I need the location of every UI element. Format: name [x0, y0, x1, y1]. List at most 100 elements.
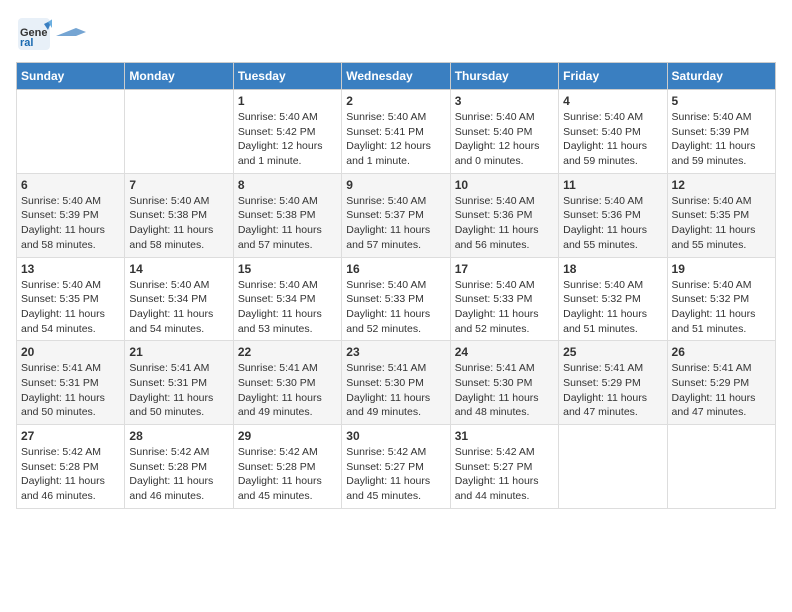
calendar-cell: 1 Sunrise: 5:40 AMSunset: 5:42 PMDaylight…	[233, 90, 341, 174]
calendar-cell: 13 Sunrise: 5:40 AMSunset: 5:35 PMDayligh…	[17, 257, 125, 341]
calendar-cell: 31 Sunrise: 5:42 AMSunset: 5:27 PMDayligh…	[450, 425, 558, 509]
calendar-cell	[17, 90, 125, 174]
day-detail: Sunrise: 5:42 AMSunset: 5:27 PMDaylight:…	[346, 445, 445, 504]
day-detail: Sunrise: 5:40 AMSunset: 5:35 PMDaylight:…	[21, 278, 120, 337]
calendar-cell: 27 Sunrise: 5:42 AMSunset: 5:28 PMDayligh…	[17, 425, 125, 509]
day-number: 12	[672, 178, 771, 192]
day-detail: Sunrise: 5:40 AMSunset: 5:35 PMDaylight:…	[672, 194, 771, 253]
day-detail: Sunrise: 5:40 AMSunset: 5:34 PMDaylight:…	[129, 278, 228, 337]
page-header: Gene ral	[16, 16, 776, 52]
col-header-sunday: Sunday	[17, 63, 125, 90]
day-number: 7	[129, 178, 228, 192]
day-number: 9	[346, 178, 445, 192]
col-header-wednesday: Wednesday	[342, 63, 450, 90]
day-detail: Sunrise: 5:40 AMSunset: 5:33 PMDaylight:…	[346, 278, 445, 337]
svg-text:ral: ral	[20, 37, 33, 49]
day-number: 5	[672, 94, 771, 108]
col-header-tuesday: Tuesday	[233, 63, 341, 90]
day-number: 27	[21, 429, 120, 443]
day-number: 28	[129, 429, 228, 443]
calendar-cell: 3Sunrise: 5:40 AMSunset: 5:40 PMDaylight…	[450, 90, 558, 174]
day-detail: Sunrise: 5:41 AMSunset: 5:30 PMDaylight:…	[455, 361, 554, 420]
calendar-cell: 30 Sunrise: 5:42 AMSunset: 5:27 PMDayligh…	[342, 425, 450, 509]
day-detail: Sunrise: 5:40 AMSunset: 5:32 PMDaylight:…	[672, 278, 771, 337]
day-detail: Sunrise: 5:42 AMSunset: 5:28 PMDaylight:…	[129, 445, 228, 504]
day-number: 10	[455, 178, 554, 192]
day-number: 22	[238, 345, 337, 359]
day-number: 19	[672, 262, 771, 276]
day-detail: Sunrise: 5:41 AMSunset: 5:29 PMDaylight:…	[563, 361, 662, 420]
day-number: 26	[672, 345, 771, 359]
calendar-week-row: 27 Sunrise: 5:42 AMSunset: 5:28 PMDayligh…	[17, 425, 776, 509]
logo-wing-icon	[56, 28, 86, 38]
day-detail: Sunrise: 5:41 AMSunset: 5:29 PMDaylight:…	[672, 361, 771, 420]
calendar-cell: 6Sunrise: 5:40 AMSunset: 5:39 PMDaylight…	[17, 173, 125, 257]
calendar-cell: 28 Sunrise: 5:42 AMSunset: 5:28 PMDayligh…	[125, 425, 233, 509]
calendar-cell: 12 Sunrise: 5:40 AMSunset: 5:35 PMDayligh…	[667, 173, 775, 257]
day-detail: Sunrise: 5:40 AMSunset: 5:34 PMDaylight:…	[238, 278, 337, 337]
day-number: 11	[563, 178, 662, 192]
calendar-cell: 26 Sunrise: 5:41 AMSunset: 5:29 PMDayligh…	[667, 341, 775, 425]
calendar-cell	[125, 90, 233, 174]
day-number: 14	[129, 262, 228, 276]
calendar-cell: 25Sunrise: 5:41 AMSunset: 5:29 PMDayligh…	[559, 341, 667, 425]
calendar-cell: 15 Sunrise: 5:40 AMSunset: 5:34 PMDayligh…	[233, 257, 341, 341]
day-number: 31	[455, 429, 554, 443]
calendar-cell: 17Sunrise: 5:40 AMSunset: 5:33 PMDayligh…	[450, 257, 558, 341]
calendar-week-row: 6Sunrise: 5:40 AMSunset: 5:39 PMDaylight…	[17, 173, 776, 257]
calendar-cell: 24 Sunrise: 5:41 AMSunset: 5:30 PMDayligh…	[450, 341, 558, 425]
calendar-cell: 8Sunrise: 5:40 AMSunset: 5:38 PMDaylight…	[233, 173, 341, 257]
day-number: 16	[346, 262, 445, 276]
calendar-cell: 19 Sunrise: 5:40 AMSunset: 5:32 PMDayligh…	[667, 257, 775, 341]
calendar-cell: 10 Sunrise: 5:40 AMSunset: 5:36 PMDayligh…	[450, 173, 558, 257]
day-number: 2	[346, 94, 445, 108]
calendar-cell: 23 Sunrise: 5:41 AMSunset: 5:30 PMDayligh…	[342, 341, 450, 425]
day-detail: Sunrise: 5:41 AMSunset: 5:31 PMDaylight:…	[129, 361, 228, 420]
calendar-cell: 4Sunrise: 5:40 AMSunset: 5:40 PMDaylight…	[559, 90, 667, 174]
logo-icon: Gene ral	[16, 16, 52, 52]
col-header-thursday: Thursday	[450, 63, 558, 90]
calendar-cell: 20Sunrise: 5:41 AMSunset: 5:31 PMDayligh…	[17, 341, 125, 425]
day-number: 29	[238, 429, 337, 443]
calendar-cell: 16 Sunrise: 5:40 AMSunset: 5:33 PMDayligh…	[342, 257, 450, 341]
day-detail: Sunrise: 5:41 AMSunset: 5:30 PMDaylight:…	[346, 361, 445, 420]
day-detail: Sunrise: 5:42 AMSunset: 5:28 PMDaylight:…	[21, 445, 120, 504]
col-header-saturday: Saturday	[667, 63, 775, 90]
calendar-cell	[667, 425, 775, 509]
day-detail: Sunrise: 5:40 AMSunset: 5:36 PMDaylight:…	[455, 194, 554, 253]
day-detail: Sunrise: 5:40 AMSunset: 5:41 PMDaylight:…	[346, 110, 445, 169]
day-detail: Sunrise: 5:42 AMSunset: 5:27 PMDaylight:…	[455, 445, 554, 504]
day-number: 30	[346, 429, 445, 443]
day-detail: Sunrise: 5:40 AMSunset: 5:40 PMDaylight:…	[563, 110, 662, 169]
day-number: 15	[238, 262, 337, 276]
day-number: 6	[21, 178, 120, 192]
calendar-cell: 14 Sunrise: 5:40 AMSunset: 5:34 PMDayligh…	[125, 257, 233, 341]
day-number: 20	[21, 345, 120, 359]
day-number: 21	[129, 345, 228, 359]
day-number: 18	[563, 262, 662, 276]
day-detail: Sunrise: 5:40 AMSunset: 5:37 PMDaylight:…	[346, 194, 445, 253]
col-header-monday: Monday	[125, 63, 233, 90]
day-number: 1	[238, 94, 337, 108]
day-detail: Sunrise: 5:40 AMSunset: 5:33 PMDaylight:…	[455, 278, 554, 337]
day-detail: Sunrise: 5:40 AMSunset: 5:32 PMDaylight:…	[563, 278, 662, 337]
day-number: 24	[455, 345, 554, 359]
day-number: 23	[346, 345, 445, 359]
day-detail: Sunrise: 5:40 AMSunset: 5:36 PMDaylight:…	[563, 194, 662, 253]
calendar-week-row: 20 Sunrise: 5:41 AMSunset: 5:31 PMDayligh…	[17, 341, 776, 425]
calendar-cell: 21 Sunrise: 5:41 AMSunset: 5:31 PMDayligh…	[125, 341, 233, 425]
day-detail: Sunrise: 5:40 AMSunset: 5:42 PMDaylight:…	[238, 110, 337, 169]
day-detail: Sunrise: 5:40 AMSunset: 5:38 PMDaylight:…	[129, 194, 228, 253]
calendar-cell: 2 Sunrise: 5:40 AMSunset: 5:41 PMDaylight…	[342, 90, 450, 174]
day-number: 13	[21, 262, 120, 276]
calendar-cell: 11 Sunrise: 5:40 AMSunset: 5:36 PMDayligh…	[559, 173, 667, 257]
day-number: 3	[455, 94, 554, 108]
calendar-week-row: 1 Sunrise: 5:40 AMSunset: 5:42 PMDaylight…	[17, 90, 776, 174]
calendar-cell	[559, 425, 667, 509]
calendar-cell: 22 Sunrise: 5:41 AMSunset: 5:30 PMDayligh…	[233, 341, 341, 425]
day-detail: Sunrise: 5:40 AMSunset: 5:39 PMDaylight:…	[672, 110, 771, 169]
calendar-header-row: SundayMondayTuesdayWednesdayThursdayFrid…	[17, 63, 776, 90]
day-detail: Sunrise: 5:41 AMSunset: 5:30 PMDaylight:…	[238, 361, 337, 420]
calendar-cell: 7 Sunrise: 5:40 AMSunset: 5:38 PMDaylight…	[125, 173, 233, 257]
calendar-cell: 5 Sunrise: 5:40 AMSunset: 5:39 PMDaylight…	[667, 90, 775, 174]
